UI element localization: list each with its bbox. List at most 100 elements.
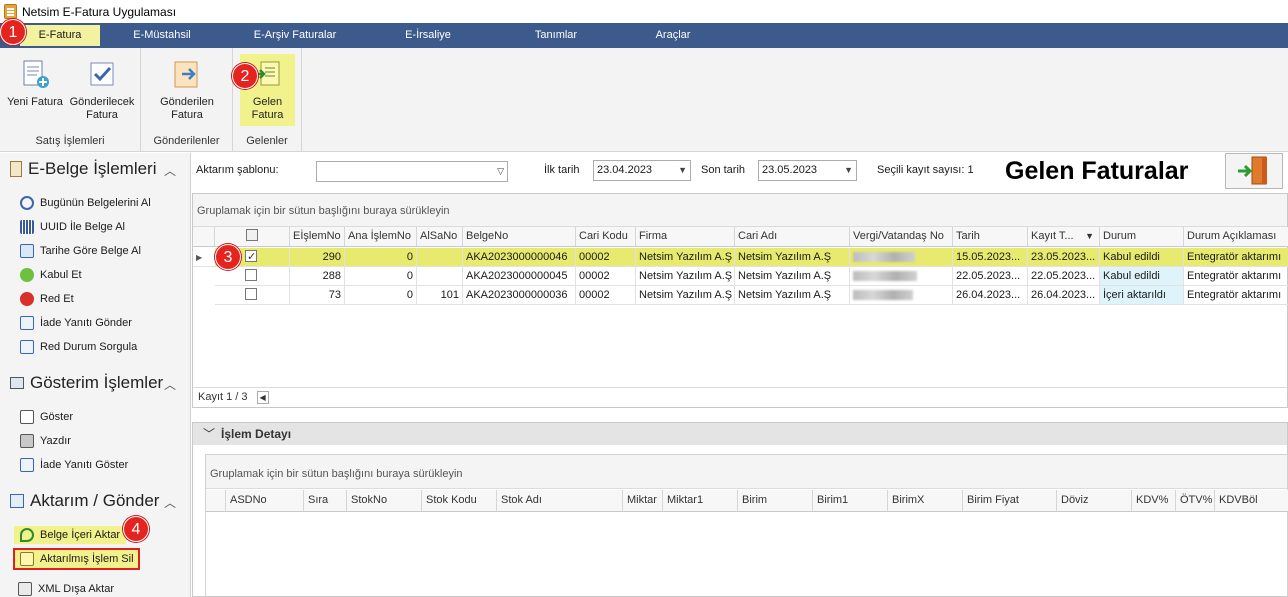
- col-ana-islemno[interactable]: Ana İşlemNo: [345, 227, 417, 247]
- col-asdno[interactable]: ASDNo: [226, 490, 304, 512]
- sidebar-item-iade-yaniti-gonder[interactable]: İade Yanıtı Gönder: [20, 314, 132, 332]
- ribbon-group-label-satis: Satış İşlemleri: [35, 135, 105, 147]
- col-cari-kodu[interactable]: Cari Kodu: [576, 227, 636, 247]
- section-e-belge-title: E-Belge İşlemleri: [28, 159, 157, 178]
- cell-durum-aciklamasi: Entegratör aktarımı: [1184, 267, 1288, 286]
- col-miktar1[interactable]: Miktar1: [663, 490, 738, 512]
- cell-eislemno: 288: [290, 267, 345, 286]
- col-kdvbol[interactable]: KDVBöl: [1215, 490, 1288, 512]
- title-bar: Netsim E-Fatura Uygulaması: [0, 0, 1288, 23]
- template-select[interactable]: ▽: [316, 161, 508, 182]
- col-stok-adi[interactable]: Stok Adı: [497, 490, 623, 512]
- row-checkbox[interactable]: [245, 248, 257, 266]
- tab-tanimlar[interactable]: Tanımlar: [520, 23, 592, 48]
- tab-e-mustahsil[interactable]: E-Müstahsil: [120, 23, 204, 48]
- col-otv[interactable]: ÖTV%: [1176, 490, 1215, 512]
- cell-cari-kodu: 00002: [576, 267, 636, 286]
- detail-row-indicator-header: [206, 490, 226, 512]
- col-birim-fiyat[interactable]: Birim Fiyat: [963, 490, 1057, 512]
- tab-e-arsiv-faturalar[interactable]: E-Arşiv Faturalar: [240, 23, 350, 48]
- sidebar-item-belge-iceri-aktar[interactable]: Belge İçeri Aktar: [14, 526, 127, 544]
- col-stokno[interactable]: StokNo: [347, 490, 422, 512]
- sidebar-item-uuid[interactable]: UUID İle Belge Al: [20, 218, 125, 236]
- col-alsano[interactable]: AlSaNo: [417, 227, 463, 247]
- callout-badge-3: 3: [215, 244, 241, 270]
- tab-araclar[interactable]: Araçlar: [640, 23, 706, 48]
- detail-panel-title: İşlem Detayı: [221, 427, 292, 441]
- col-eislemno[interactable]: EİşlemNo: [290, 227, 345, 247]
- ribbon-group-satis: Yeni Fatura Gönderilecek Fatura Satış İş…: [0, 48, 141, 152]
- record-count: Kayıt 1 / 3: [198, 391, 248, 403]
- sidebar-item-red-durum-sorgula[interactable]: Red Durum Sorgula: [20, 338, 137, 356]
- chevron-up-icon[interactable]: ︿: [164, 376, 176, 393]
- import-arrow-icon: [20, 528, 34, 542]
- template-label: Aktarım şablonu:: [196, 164, 279, 176]
- col-tarih[interactable]: Tarih: [953, 227, 1028, 247]
- col-firma[interactable]: Firma: [636, 227, 735, 247]
- sidebar-item-aktarilmis-islem-sil[interactable]: Aktarılmış İşlem Sil: [13, 548, 140, 570]
- cell-durum: Kabul edildi: [1100, 248, 1184, 267]
- section-aktarim-header[interactable]: Aktarım / Gönder ︿: [10, 489, 186, 513]
- col-durum-aciklamasi[interactable]: Durum Açıklaması: [1184, 227, 1288, 247]
- sent-invoice-button[interactable]: Gönderilen Fatura: [153, 54, 221, 122]
- sidebar-item-label: Red Et: [40, 293, 74, 305]
- prev-record-button[interactable]: ◀: [256, 390, 269, 404]
- row-checkbox-cell[interactable]: [215, 286, 290, 305]
- col-kayit-tarihi[interactable]: Kayıt T... ▼: [1028, 227, 1100, 247]
- sidebar-item-tarihe-gore[interactable]: Tarihe Göre Belge Al: [20, 242, 141, 260]
- section-gosterim-header[interactable]: Gösterim İşlemler ︿: [10, 371, 186, 395]
- cell-ana-islemno: 0: [345, 267, 417, 286]
- col-birim[interactable]: Birim: [738, 490, 813, 512]
- cell-alsano: [417, 267, 463, 286]
- section-e-belge-header[interactable]: E-Belge İşlemleri ︿: [10, 157, 186, 181]
- sidebar-item-goster[interactable]: Göster: [20, 408, 73, 426]
- col-miktar[interactable]: Miktar: [623, 490, 663, 512]
- col-birimx[interactable]: BirimX: [888, 490, 963, 512]
- chevron-down-icon[interactable]: ﹀: [203, 427, 215, 441]
- col-cari-adi[interactable]: Cari Adı: [735, 227, 850, 247]
- cell-ana-islemno: 0: [345, 248, 417, 267]
- col-vergi-no[interactable]: Vergi/Vatandaş No: [850, 227, 953, 247]
- tab-e-fatura[interactable]: E-Fatura: [20, 25, 100, 46]
- exit-button[interactable]: [1225, 153, 1283, 189]
- exit-door-icon: [1238, 156, 1267, 185]
- chevron-up-icon[interactable]: ︿: [164, 162, 176, 179]
- sidebar-item-label: Tarihe Göre Belge Al: [40, 245, 141, 257]
- cell-cari-adi: Netsim Yazılım A.Ş: [735, 267, 850, 286]
- outgoing-invoice-button[interactable]: Gönderilecek Fatura: [68, 54, 136, 122]
- app-icon: [4, 4, 17, 19]
- chevron-up-icon[interactable]: ︿: [164, 494, 176, 511]
- col-kayit-tarihi-label: Kayıt T...: [1031, 230, 1074, 242]
- col-kdv[interactable]: KDV%: [1132, 490, 1176, 512]
- col-stok-kodu[interactable]: Stok Kodu: [422, 490, 497, 512]
- row-checkbox[interactable]: [245, 288, 257, 301]
- new-invoice-button[interactable]: Yeni Fatura: [4, 54, 66, 109]
- sidebar-item-label: UUID İle Belge Al: [40, 221, 125, 233]
- calendar-icon: [20, 244, 34, 258]
- sidebar-item-bugunun-belgeleri[interactable]: Bugünün Belgelerini Al: [20, 194, 151, 212]
- chevron-down-icon: ▽: [497, 166, 504, 176]
- detail-panel-header[interactable]: ﹀ İşlem Detayı: [193, 423, 1287, 445]
- outgoing-invoice-label-1: Gönderilecek: [69, 96, 135, 108]
- cell-firma: Netsim Yazılım A.Ş: [636, 267, 735, 286]
- select-all-checkbox[interactable]: [246, 229, 258, 242]
- sidebar-item-kabul-et[interactable]: Kabul Et: [20, 266, 82, 284]
- delete-document-icon: [20, 552, 34, 566]
- col-durum[interactable]: Durum: [1100, 227, 1184, 247]
- tab-e-irsaliye[interactable]: E-İrsaliye: [390, 23, 466, 48]
- col-doviz[interactable]: Döviz: [1057, 490, 1132, 512]
- page-title: Gelen Faturalar: [1005, 157, 1189, 185]
- start-date-field[interactable]: 23.04.2023 ▼: [593, 160, 691, 181]
- transfer-icon: [10, 494, 24, 508]
- sidebar-item-xml-disa-aktar[interactable]: XML Dışa Aktar: [18, 580, 114, 597]
- sidebar-item-label: Yazdır: [40, 435, 71, 447]
- col-belgeno[interactable]: BelgeNo: [463, 227, 576, 247]
- dropdown-arrow-icon: ▼: [844, 165, 853, 175]
- sidebar-item-red-et[interactable]: Red Et: [20, 290, 74, 308]
- row-checkbox[interactable]: [245, 269, 257, 282]
- end-date-field[interactable]: 23.05.2023 ▼: [758, 160, 857, 181]
- col-birim1[interactable]: Birim1: [813, 490, 888, 512]
- sidebar-item-yazdir[interactable]: Yazdır: [20, 432, 71, 450]
- col-sira[interactable]: Sıra: [304, 490, 347, 512]
- sidebar-item-iade-yaniti-goster[interactable]: İade Yanıtı Göster: [20, 456, 128, 474]
